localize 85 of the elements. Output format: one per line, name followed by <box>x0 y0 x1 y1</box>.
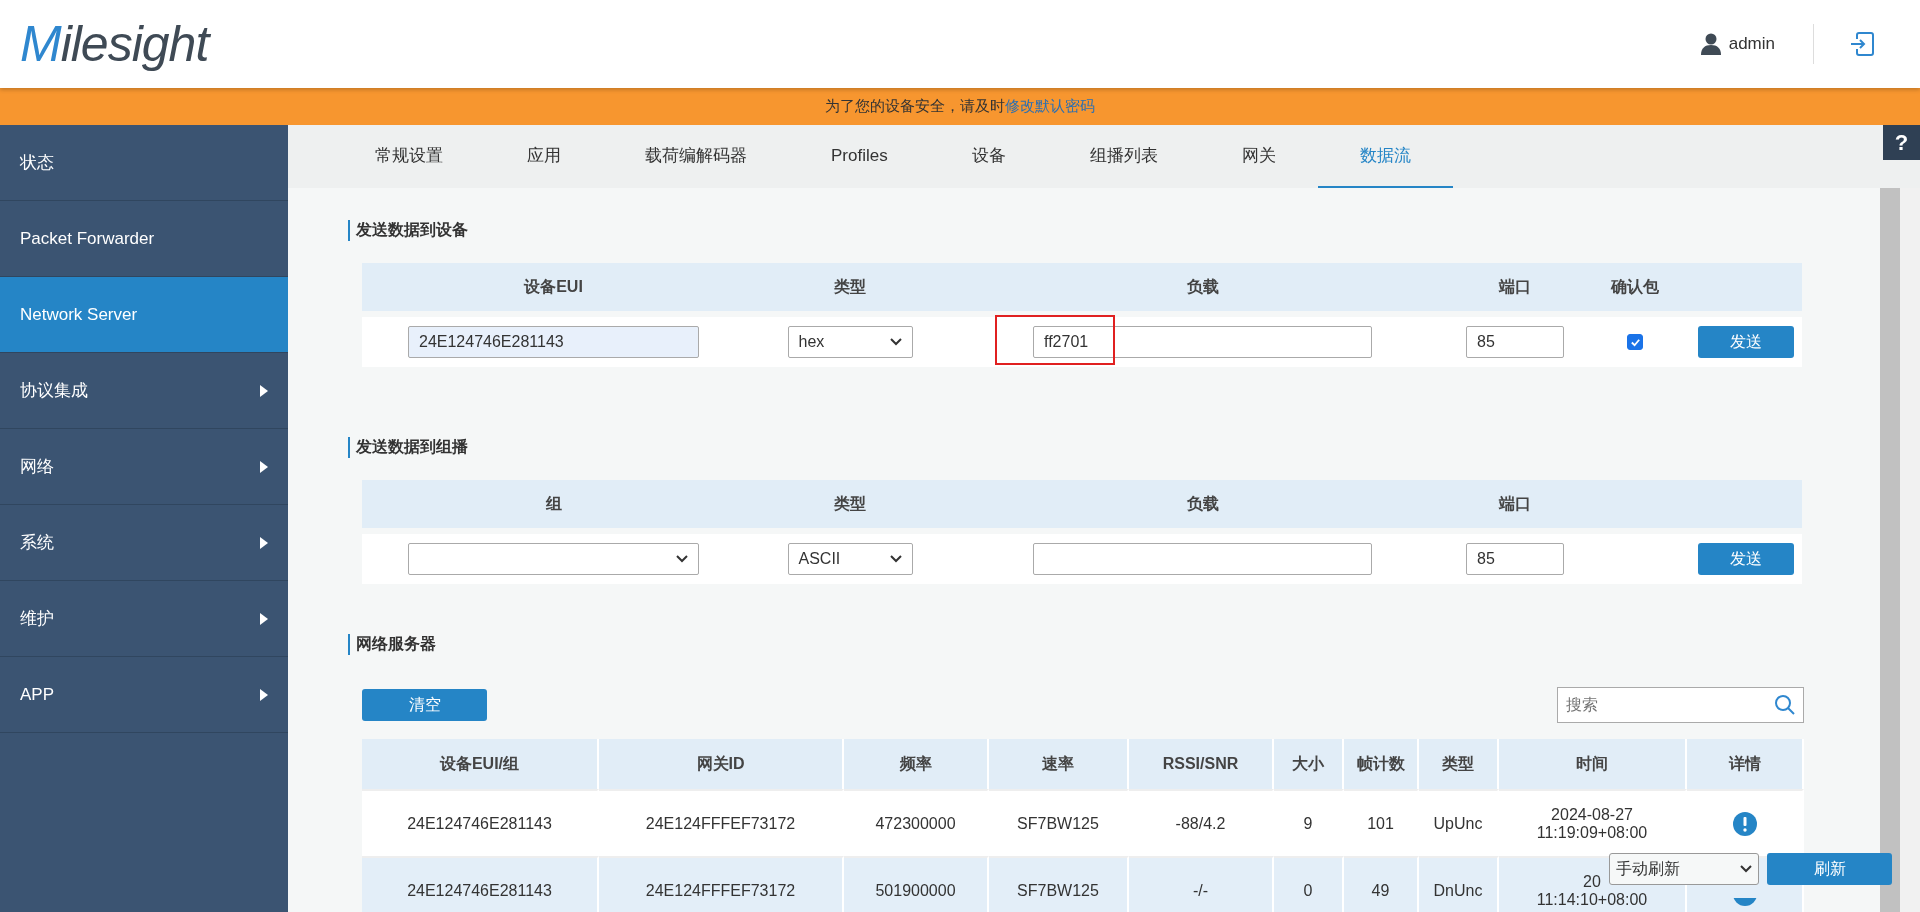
column-header: 组 <box>362 480 745 528</box>
sidebar-item[interactable]: Network Server <box>0 277 288 353</box>
help-button[interactable]: ? <box>1883 125 1920 160</box>
caret-icon <box>889 338 902 346</box>
column-header: 速率 <box>989 739 1129 789</box>
port-field[interactable]: 85 <box>1466 543 1564 575</box>
column-header: 网关ID <box>599 739 844 789</box>
tab[interactable]: 载荷编解码器 <box>603 125 789 188</box>
username[interactable]: admin <box>1728 34 1775 54</box>
sidebar-item[interactable]: 系统 <box>0 505 288 581</box>
column-header: 负载 <box>955 263 1450 311</box>
table-cell: 24E124746E281143 <box>407 814 552 833</box>
column-header: 确认包 <box>1580 263 1690 311</box>
table-cell: 24E124FFFEF73172 <box>645 814 796 833</box>
column-header: 频率 <box>844 739 989 789</box>
column-header: 负载 <box>955 480 1450 528</box>
check-icon <box>1629 336 1641 348</box>
column-header: 类型 <box>745 480 955 528</box>
column-header: 详情 <box>1687 739 1804 789</box>
table-cell: SF7BW125 <box>1017 814 1099 833</box>
column-header: 时间 <box>1499 739 1687 789</box>
caret-icon <box>676 555 688 563</box>
section-title: 发送数据到设备 <box>348 220 468 241</box>
send-button[interactable]: 发送 <box>1698 543 1794 575</box>
tab[interactable]: Profiles <box>789 125 930 188</box>
column-header: 端口 <box>1450 480 1580 528</box>
time-text: 11:19:09+08:00 <box>1536 823 1648 842</box>
column-header: 帧计数 <box>1344 739 1419 789</box>
table-cell: 0 <box>1303 881 1313 900</box>
caret-icon <box>889 555 902 563</box>
column-header: 大小 <box>1274 739 1344 789</box>
table-cell: -88/4.2 <box>1175 814 1226 833</box>
tab[interactable]: 常规设置 <box>333 125 485 188</box>
table-cell: UpUnc <box>1433 814 1483 833</box>
caret-icon <box>1740 865 1752 873</box>
table-cell: 49 <box>1371 881 1390 900</box>
sidebar-item[interactable]: 维护 <box>0 581 288 657</box>
time-text: 11:14:10+08:00 <box>1536 890 1648 909</box>
table-cell: 9 <box>1303 814 1313 833</box>
table-cell: SF7BW125 <box>1017 881 1099 900</box>
clear-button[interactable]: 清空 <box>362 689 487 721</box>
payload-field[interactable]: ff2701 <box>1033 326 1372 358</box>
search-icon <box>1774 694 1796 716</box>
group-select[interactable] <box>408 543 699 575</box>
column-header: 类型 <box>1419 739 1499 789</box>
table-cell: 24E124FFFEF73172 <box>645 881 796 900</box>
info-icon[interactable] <box>1732 811 1757 836</box>
refresh-mode-select[interactable]: 手动刷新 <box>1609 853 1759 885</box>
type-select[interactable]: hex <box>787 326 913 358</box>
refresh-button[interactable]: 刷新 <box>1767 853 1892 885</box>
table-cell: 101 <box>1367 814 1394 833</box>
table-cell: DnUnc <box>1433 881 1483 900</box>
user-icon <box>1700 33 1721 55</box>
column-header: 端口 <box>1450 263 1580 311</box>
section-title: 发送数据到组播 <box>348 437 468 458</box>
sidebar-item[interactable]: 网络 <box>0 429 288 505</box>
search-field[interactable]: 搜索 <box>1557 687 1804 723</box>
confirm-checkbox[interactable] <box>1627 334 1643 350</box>
column-header: RSSI/SNR <box>1129 739 1274 789</box>
scrollbar[interactable] <box>1880 188 1920 912</box>
table-cell: 501900000 <box>875 881 956 900</box>
tab[interactable]: 数据流 <box>1317 125 1453 188</box>
column-header: 设备EUI <box>362 263 745 311</box>
device-eui-field[interactable]: 24E124746E281143 <box>408 326 699 358</box>
column-header: 类型 <box>745 263 955 311</box>
table-cell: 472300000 <box>875 814 956 833</box>
send-button[interactable]: 发送 <box>1698 326 1794 358</box>
time-text: 20 <box>1583 872 1601 891</box>
table-cell: 24E124746E281143 <box>407 881 552 900</box>
logout-icon[interactable] <box>1849 31 1875 57</box>
tab[interactable]: 应用 <box>485 125 603 188</box>
time-text: 2024-08-27 <box>1551 805 1633 824</box>
tab[interactable]: 网关 <box>1199 125 1318 188</box>
column-header: 设备EUI/组 <box>362 739 599 789</box>
logo: Milesight <box>20 15 209 73</box>
type-select[interactable]: ASCII <box>787 543 913 575</box>
section-title: 网络服务器 <box>348 634 436 655</box>
payload-field[interactable] <box>1033 543 1372 575</box>
sidebar-item[interactable]: 协议集成 <box>0 353 288 429</box>
sidebar-item[interactable]: APP <box>0 657 288 733</box>
security-notice: 为了您的设备安全，请及时修改默认密码 <box>825 97 1095 116</box>
tab[interactable]: 设备 <box>929 125 1048 188</box>
tab[interactable]: 组播列表 <box>1047 125 1200 188</box>
table-cell: -/- <box>1192 881 1209 900</box>
port-field[interactable]: 85 <box>1466 326 1564 358</box>
